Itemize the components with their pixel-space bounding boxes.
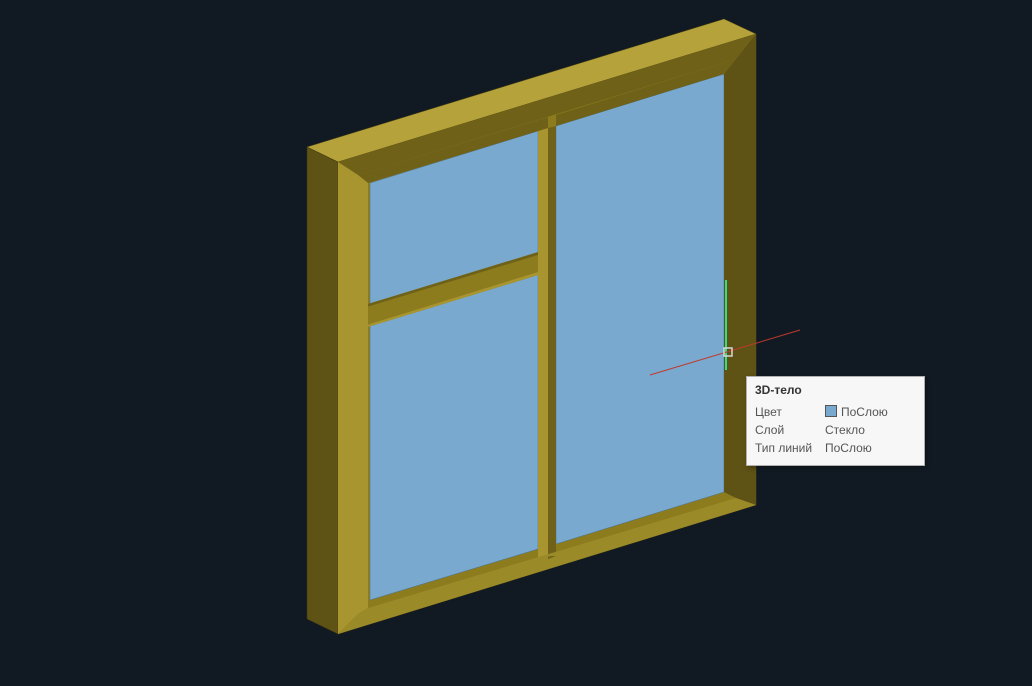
tooltip-label: Цвет xyxy=(755,403,825,421)
tooltip-label: Слой xyxy=(755,421,825,439)
properties-tooltip: 3D-тело Цвет ПоСлою Слой Стекло Тип лини… xyxy=(746,376,925,466)
tooltip-value: Стекло xyxy=(825,421,916,439)
tooltip-title: 3D-тело xyxy=(755,383,916,397)
cad-viewport[interactable] xyxy=(0,0,1032,686)
tooltip-row-layer: Слой Стекло xyxy=(755,421,916,439)
glass-pane-bottom-left[interactable] xyxy=(370,272,538,600)
tooltip-table: Цвет ПоСлою Слой Стекло Тип линий ПоСлою xyxy=(755,403,916,457)
glass-pane-right[interactable] xyxy=(556,74,724,544)
tooltip-value: ПоСлою xyxy=(825,403,916,421)
tooltip-value: ПоСлою xyxy=(825,439,916,457)
tooltip-row-color: Цвет ПоСлою xyxy=(755,403,916,421)
window-3d-model[interactable] xyxy=(0,0,1032,686)
tooltip-row-linetype: Тип линий ПоСлою xyxy=(755,439,916,457)
color-swatch xyxy=(825,405,837,417)
tooltip-label: Тип линий xyxy=(755,439,825,457)
